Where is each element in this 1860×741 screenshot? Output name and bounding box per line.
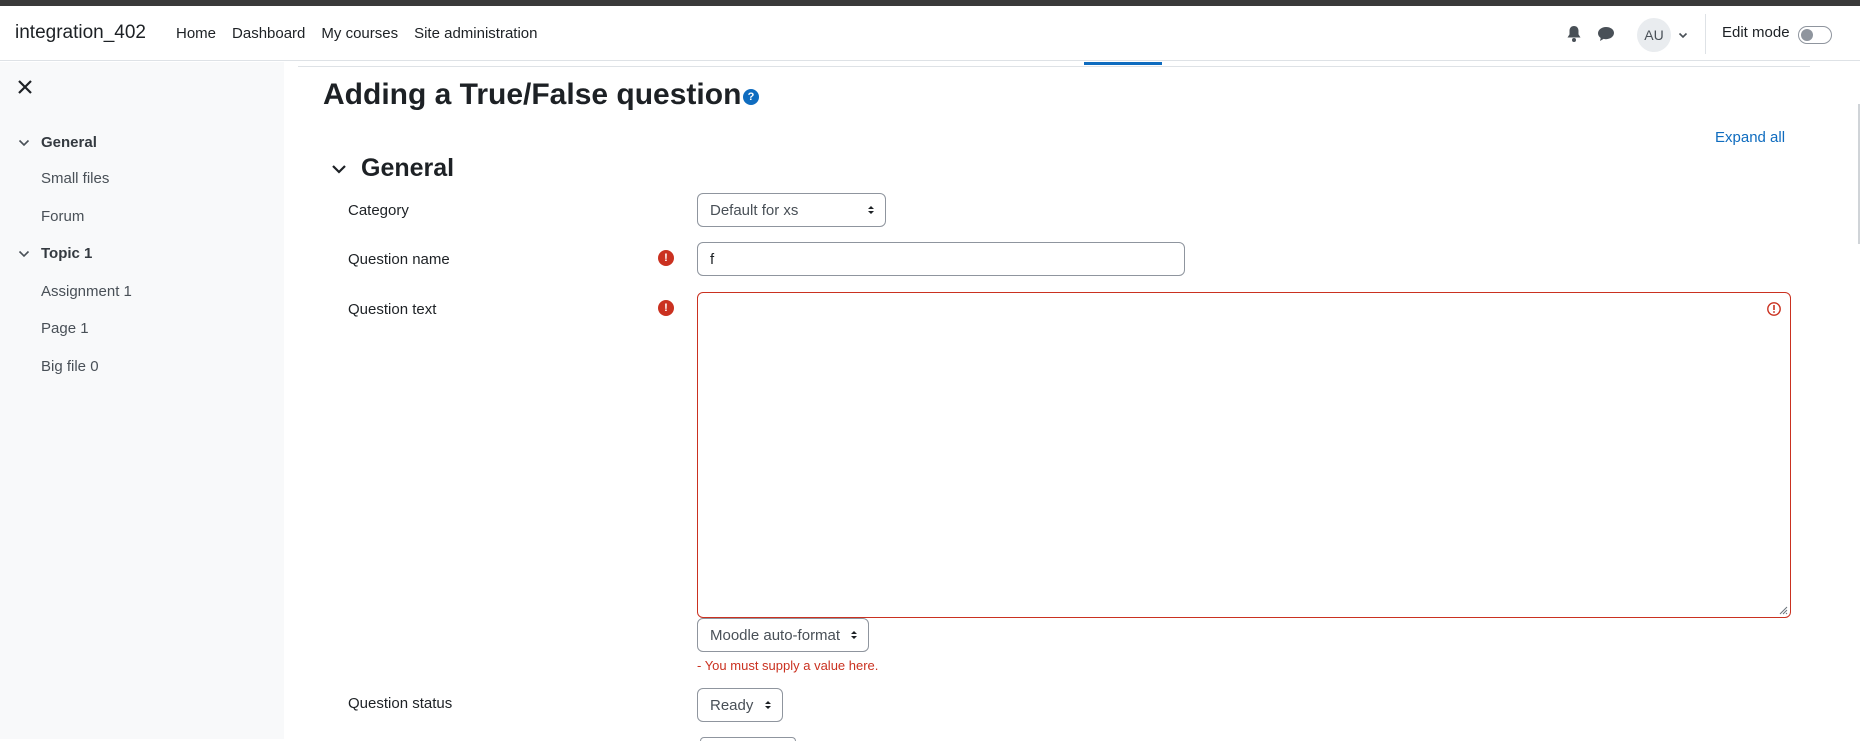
page-title: Adding a True/False question — [323, 78, 742, 111]
question-text-editor[interactable] — [697, 292, 1791, 618]
category-label: Category — [348, 202, 409, 219]
question-status-label: Question status — [348, 695, 453, 712]
user-avatar[interactable]: AU — [1637, 18, 1671, 52]
close-icon[interactable] — [16, 78, 34, 96]
resize-grip-icon[interactable] — [1778, 605, 1788, 615]
chevron-down-icon — [18, 250, 30, 257]
chat-icon[interactable] — [1597, 25, 1615, 43]
course-index-drawer: General Small files Forum Topic 1 Assign… — [0, 62, 284, 739]
chevron-down-icon — [18, 139, 30, 146]
drawer-item-page-1[interactable]: Page 1 — [41, 320, 89, 337]
required-icon: ! — [658, 300, 674, 316]
select-arrows-icon — [851, 631, 857, 639]
drawer-section-title: Topic 1 — [41, 245, 93, 262]
nav-link-dashboard[interactable]: Dashboard — [232, 25, 305, 42]
invalid-field-icon — [1767, 302, 1781, 316]
drawer-item-small-files[interactable]: Small files — [41, 170, 109, 187]
question-text-label: Question text — [348, 301, 437, 318]
drawer-section-topic-1[interactable]: Topic 1 — [18, 245, 92, 262]
edit-mode-label: Edit mode — [1722, 24, 1790, 41]
bell-icon[interactable] — [1566, 25, 1582, 43]
nav-link-home[interactable]: Home — [176, 25, 216, 42]
question-name-input[interactable]: f — [697, 242, 1185, 276]
category-select[interactable]: Default for xs — [697, 193, 886, 227]
nav-link-site-administration[interactable]: Site administration — [414, 25, 537, 42]
drawer-section-general[interactable]: General — [18, 134, 97, 151]
question-text-error: - You must supply a value here. — [697, 658, 879, 673]
select-arrows-icon — [765, 701, 771, 709]
help-icon[interactable]: ? — [743, 89, 759, 105]
main-content: Adding a True/False question ? Expand al… — [284, 62, 1860, 741]
drawer-item-forum[interactable]: Forum — [41, 208, 84, 225]
text-format-value: Moodle auto-format — [710, 627, 841, 644]
chevron-down-icon — [332, 164, 346, 174]
active-tab-indicator — [1084, 62, 1162, 65]
category-select-value: Default for xs — [710, 202, 799, 219]
drawer-section-title: General — [41, 134, 97, 151]
question-status-value: Ready — [710, 697, 754, 714]
question-status-select[interactable]: Ready — [697, 688, 783, 722]
drawer-item-assignment-1[interactable]: Assignment 1 — [41, 283, 132, 300]
required-icon: ! — [658, 250, 674, 266]
next-field-partial[interactable] — [700, 737, 796, 741]
toggle-knob — [1801, 29, 1813, 41]
section-title: General — [361, 154, 455, 182]
primary-navigation: Home Dashboard My courses Site administr… — [176, 6, 554, 61]
section-toggle-general[interactable]: General — [331, 154, 454, 183]
chevron-down-icon[interactable] — [1678, 30, 1688, 40]
text-format-select[interactable]: Moodle auto-format — [697, 618, 869, 652]
drawer-item-big-file-0[interactable]: Big file 0 — [41, 358, 99, 375]
select-arrows-icon — [868, 206, 874, 214]
nav-link-my-courses[interactable]: My courses — [321, 25, 398, 42]
question-name-label: Question name — [348, 251, 450, 268]
expand-all-link[interactable]: Expand all — [1715, 129, 1785, 146]
header-divider — [298, 66, 1810, 67]
navbar-divider — [1705, 14, 1706, 54]
edit-mode-toggle[interactable] — [1798, 26, 1832, 44]
site-brand[interactable]: integration_402 — [15, 22, 146, 44]
top-navbar: integration_402 Home Dashboard My course… — [0, 6, 1860, 61]
